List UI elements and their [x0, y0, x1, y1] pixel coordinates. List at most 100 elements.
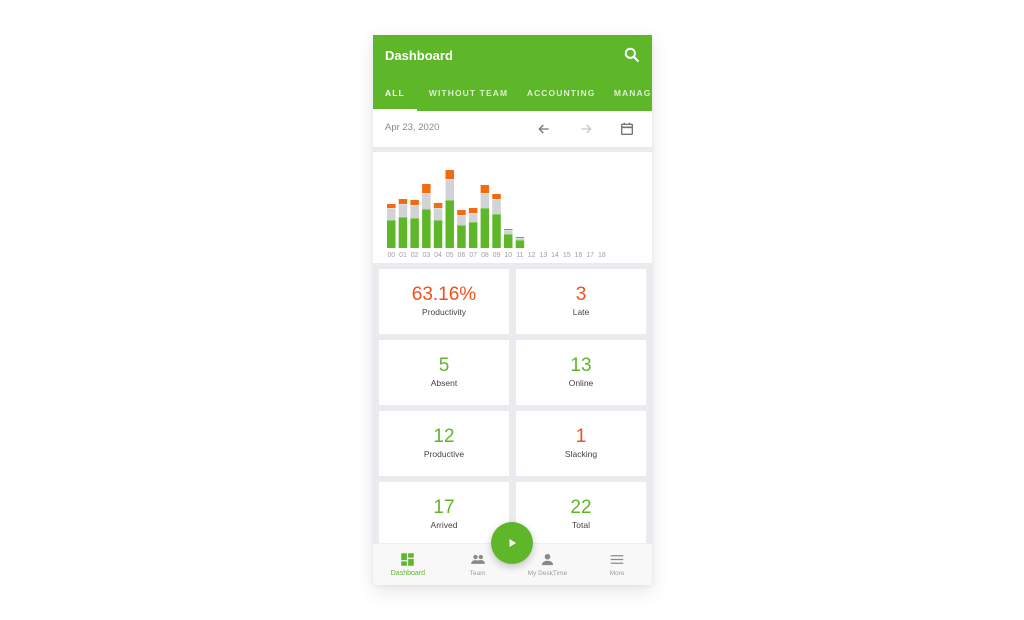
- nav-label: My DeskTime: [527, 570, 568, 577]
- bar-segment-neutral-10: [504, 230, 513, 234]
- menu-icon: [610, 555, 624, 564]
- nav-item-dashboard[interactable]: Dashboard: [373, 544, 443, 585]
- stat-label: Late: [572, 307, 590, 317]
- bar-segment-unproductive-00: [387, 204, 396, 208]
- bar-segment-neutral-09: [492, 199, 501, 214]
- bar-segment-unproductive-04: [433, 203, 443, 208]
- stacked-bar-chart: 00 01 02 03 04 05 06 07 08 09 10 11 12 13 14 15 16 17 18: [387, 170, 606, 259]
- stat-value: 13: [570, 355, 592, 376]
- search-icon: [624, 47, 639, 62]
- x-tick-label: 12: [528, 252, 536, 259]
- selected-date[interactable]: Apr 23, 2020: [385, 122, 439, 133]
- calendar-icon: [621, 122, 633, 135]
- stat-value: 1: [575, 426, 587, 447]
- next-day-button[interactable]: [578, 121, 594, 137]
- stat-value: 17: [433, 497, 455, 518]
- nav-item-more[interactable]: More: [582, 544, 652, 585]
- stat-label: Productivity: [422, 307, 466, 317]
- start-tracking-button[interactable]: [491, 522, 533, 564]
- stat-label: Absent: [430, 378, 458, 388]
- bar-segment-neutral-02: [410, 205, 419, 218]
- calendar-button[interactable]: [619, 121, 635, 137]
- x-tick-label: 03: [422, 252, 430, 259]
- x-tick-label: 07: [469, 252, 477, 259]
- bar-segment-productive-08: [480, 208, 490, 248]
- x-tick-label: 04: [434, 252, 442, 259]
- x-tick-label: 18: [598, 252, 606, 259]
- previous-day-button[interactable]: [536, 121, 552, 137]
- app-bar: Dashboard ALL WITHOUT TEAM ACCOUNTING MA…: [373, 35, 652, 111]
- nav-label: Team: [469, 570, 486, 577]
- bar-segment-unproductive-11: [515, 237, 525, 238]
- x-tick-label: 15: [563, 252, 571, 259]
- bar-segment-unproductive-07: [468, 208, 478, 213]
- tab-without-team[interactable]: WITHOUT TEAM: [417, 83, 516, 111]
- dashboard-icon: [401, 553, 415, 566]
- bar-segment-unproductive-03: [422, 184, 431, 193]
- x-tick-label: 17: [586, 252, 594, 259]
- bar-segment-neutral-04: [433, 208, 443, 220]
- x-tick-label: 16: [575, 252, 583, 259]
- bar-segment-unproductive-01: [398, 199, 408, 204]
- stat-value: 63.16%: [411, 284, 477, 305]
- stat-value: 3: [575, 284, 587, 305]
- x-tick-label: 05: [446, 252, 454, 259]
- stat-value: 5: [438, 355, 450, 376]
- stat-card-productive[interactable]: 12 Productive: [379, 411, 509, 476]
- team-icon: [470, 554, 485, 564]
- stat-value: 22: [570, 497, 592, 518]
- search-button[interactable]: [622, 45, 642, 65]
- x-tick-label: 01: [399, 252, 407, 259]
- tab-management[interactable]: MANAGEMENT: [603, 83, 652, 111]
- bar-segment-neutral-06: [457, 215, 466, 225]
- x-tick-label: 00: [387, 252, 395, 259]
- hourly-activity-chart: 00 01 02 03 04 05 06 07 08 09 10 11 12 13 14 15 16 17 18: [373, 152, 652, 263]
- phone-screen: Dashboard ALL WITHOUT TEAM ACCOUNTING MA…: [373, 35, 652, 585]
- stat-card-total[interactable]: 22 Total: [516, 482, 646, 547]
- stat-label: Productive: [423, 449, 465, 459]
- stat-card-productivity[interactable]: 63.16% Productivity: [379, 269, 509, 334]
- bar-segment-productive-10: [504, 234, 513, 248]
- bar-segment-productive-05: [445, 200, 454, 248]
- tab-bar: ALL WITHOUT TEAM ACCOUNTING MANAGEMENT: [373, 83, 652, 111]
- x-tick-label: 09: [493, 252, 501, 259]
- bar-segment-neutral-03: [422, 193, 431, 209]
- bar-segment-neutral-07: [468, 213, 478, 222]
- stat-card-absent[interactable]: 5 Absent: [379, 340, 509, 405]
- stat-card-slacking[interactable]: 1 Slacking: [516, 411, 646, 476]
- stat-label: Arrived: [430, 520, 458, 530]
- bar-segment-unproductive-02: [410, 200, 419, 205]
- bar-segment-neutral-00: [387, 208, 396, 220]
- nav-label: Dashboard: [390, 570, 425, 577]
- stat-value: 12: [433, 426, 455, 447]
- page-title: Dashboard: [385, 48, 453, 63]
- play-icon: [509, 539, 516, 547]
- stat-card-late[interactable]: 3 Late: [516, 269, 646, 334]
- arrow-left-icon: [538, 124, 549, 134]
- stat-card-online[interactable]: 13 Online: [516, 340, 646, 405]
- bar-segment-unproductive-06: [457, 210, 466, 215]
- date-bar: Apr 23, 2020: [373, 111, 652, 147]
- stat-label: Slacking: [564, 449, 598, 459]
- x-tick-label: 13: [539, 252, 547, 259]
- tab-all[interactable]: ALL: [373, 83, 417, 111]
- arrow-right-icon: [581, 124, 592, 134]
- x-tick-label: 11: [516, 252, 523, 259]
- person-icon: [541, 553, 553, 566]
- bar-segment-neutral-05: [445, 179, 454, 200]
- bar-segment-unproductive-08: [480, 185, 490, 193]
- nav-label: More: [609, 570, 625, 577]
- bar-segment-productive-00: [387, 220, 396, 248]
- x-tick-label: 08: [481, 252, 489, 259]
- bar-segment-productive-01: [398, 217, 408, 248]
- stat-label: Total: [572, 520, 590, 530]
- bar-segment-productive-02: [410, 218, 419, 248]
- x-tick-label: 02: [411, 252, 419, 259]
- bar-segment-neutral-01: [398, 204, 408, 217]
- bar-segment-productive-11: [515, 240, 525, 248]
- x-tick-label: 14: [551, 252, 559, 259]
- stat-card-arrived[interactable]: 17 Arrived: [379, 482, 509, 547]
- bar-segment-productive-09: [492, 214, 501, 248]
- bar-segment-unproductive-05: [445, 170, 454, 179]
- tab-accounting[interactable]: ACCOUNTING: [516, 83, 603, 111]
